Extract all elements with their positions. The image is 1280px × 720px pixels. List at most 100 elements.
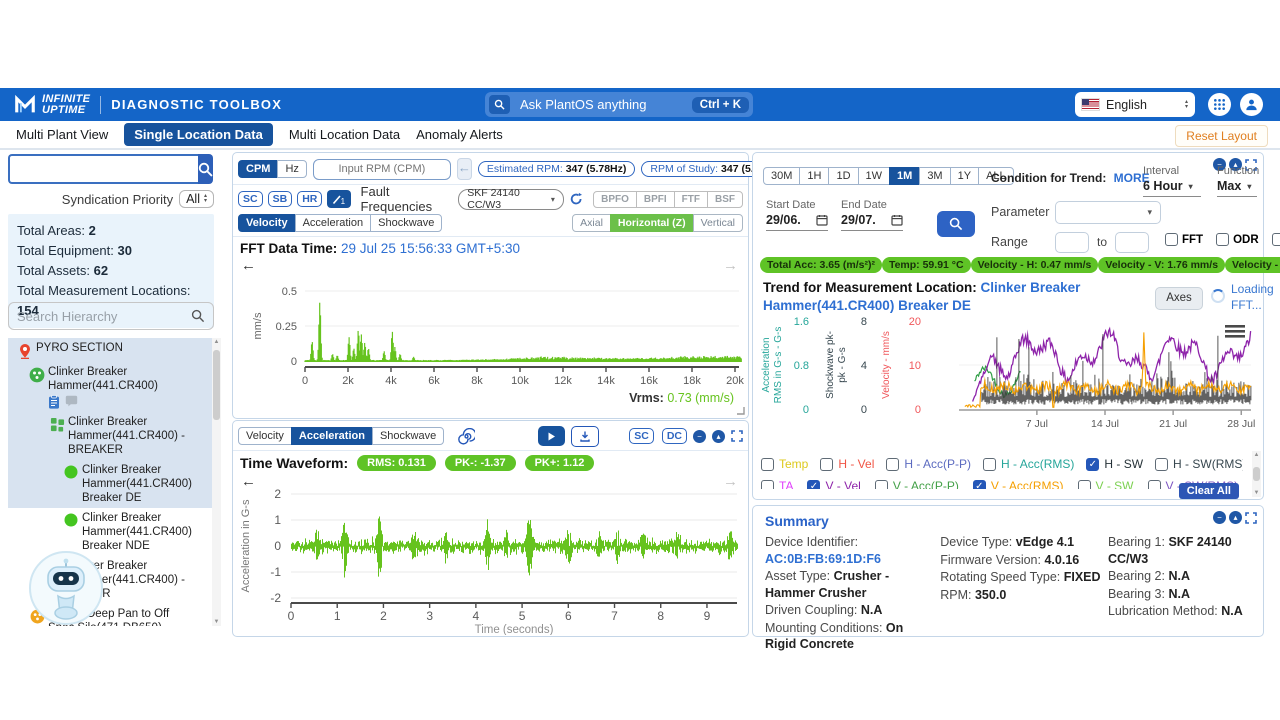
clear-all-button[interactable]: Clear All — [1179, 483, 1239, 499]
spiral-icon[interactable] — [458, 428, 475, 445]
button-1h[interactable]: 1H — [799, 167, 829, 185]
legend-h-sw-rms-checkbox[interactable]: H - SW(RMS) — [1155, 457, 1243, 471]
bearing-dropdown[interactable]: SKF 24140 CC/W3▾ — [458, 189, 564, 210]
tree-item-clinker-breaker-hammer-441-cr400-breaker[interactable]: Clinker Breaker Hammer(441.CR400) - BREA… — [8, 412, 221, 460]
tree-item-clinker-breaker-hammer-441-cr400[interactable]: Clinker Breaker Hammer(441.CR400) — [8, 362, 221, 412]
reset-layout-button[interactable]: Reset Layout — [1175, 125, 1268, 147]
sidebar-search-button[interactable] — [198, 154, 213, 184]
button-1y[interactable]: 1Y — [950, 167, 979, 185]
button-axial[interactable]: Axial — [572, 214, 611, 232]
expand-panel-button[interactable]: ▴ — [1229, 511, 1242, 524]
trend-chart[interactable] — [759, 313, 1259, 445]
scroll-down-icon[interactable]: ▼ — [214, 618, 220, 626]
range-from-input[interactable] — [1055, 232, 1089, 253]
button-shockwave[interactable]: Shockwave — [370, 214, 442, 232]
button-velocity[interactable]: Velocity — [238, 214, 296, 232]
legend-v-acc-p-p-checkbox[interactable]: V - Acc(P-P) — [875, 479, 959, 489]
interval-select[interactable]: 6 Hour▾ — [1143, 179, 1201, 197]
end-date-picker[interactable]: 29/07. — [841, 213, 903, 231]
sidebar-search-input[interactable] — [8, 154, 198, 184]
odr-checkbox[interactable]: ODR — [1216, 233, 1259, 246]
button-horizontal-z[interactable]: Horizontal (Z) — [610, 214, 694, 232]
play-button[interactable] — [538, 426, 565, 446]
brand-logo[interactable]: INFINITE UPTIME — [14, 94, 90, 116]
button-acceleration[interactable]: Acceleration — [295, 214, 372, 232]
legend-h-vel-checkbox[interactable]: H - Vel — [820, 457, 874, 471]
button-hz[interactable]: Hz — [277, 160, 306, 178]
hierarchy-search-box[interactable]: Search Hierarchy — [8, 302, 214, 330]
tab-multi-plant-view[interactable]: Multi Plant View — [16, 127, 108, 142]
scroll-up-icon[interactable]: ▲ — [214, 338, 220, 346]
tab-anomaly-alerts[interactable]: Anomaly Alerts — [416, 127, 503, 142]
global-search-bar[interactable]: Ask PlantOS anything Ctrl + K — [485, 92, 753, 117]
fullscreen-icon[interactable] — [731, 430, 743, 442]
apps-grid-button[interactable] — [1208, 93, 1231, 116]
scroll-up-icon[interactable]: ▲ — [1254, 451, 1260, 459]
button-bpfi[interactable]: BPFI — [636, 191, 675, 208]
tree-item-clinker-breaker-hammer-441-cr400-breaker-de[interactable]: Clinker Breaker Hammer(441.CR400) Breake… — [8, 460, 221, 508]
button-dc[interactable]: DC — [662, 428, 687, 444]
clipboard-icon[interactable] — [48, 395, 60, 409]
tree-scroll-thumb[interactable] — [213, 350, 220, 420]
resize-handle-icon[interactable] — [736, 406, 745, 415]
fft-spectrum-chart[interactable] — [235, 275, 745, 387]
legend-v-sw-checkbox[interactable]: V - SW — [1078, 479, 1134, 489]
button-vertical[interactable]: Vertical — [693, 214, 743, 232]
button-bsf[interactable]: BSF — [707, 191, 743, 208]
legend-v-acc-rms-checkbox[interactable]: ✓V - Acc(RMS) — [973, 479, 1064, 489]
ic-checkbox[interactable]: IC — [1272, 233, 1280, 246]
comment-icon[interactable] — [65, 395, 78, 407]
tab-multi-location-data[interactable]: Multi Location Data — [289, 127, 400, 142]
button-velocity[interactable]: Velocity — [238, 427, 292, 445]
button-1w[interactable]: 1W — [858, 167, 891, 185]
user-avatar-button[interactable] — [1240, 93, 1263, 116]
range-to-input[interactable] — [1115, 232, 1149, 253]
language-select[interactable]: English ▴▾ — [1075, 92, 1195, 117]
legend-h-sw-checkbox[interactable]: ✓H - SW — [1086, 457, 1143, 471]
trend-search-button[interactable] — [937, 211, 975, 237]
legend-ta-checkbox[interactable]: TA — [761, 479, 793, 489]
collapse-panel-button[interactable]: − — [1213, 511, 1226, 524]
legend-h-acc-p-p-checkbox[interactable]: H - Acc(P-P) — [886, 457, 971, 471]
scroll-down-icon[interactable]: ▼ — [1254, 489, 1260, 497]
button-shockwave[interactable]: Shockwave — [372, 427, 444, 445]
function-select[interactable]: Max▾ — [1217, 179, 1257, 197]
legend-scrollbar[interactable]: ▲ ▼ — [1252, 451, 1261, 497]
tree-item-clinker-breaker-hammer-441-cr400-breaker-nde[interactable]: Clinker Breaker Hammer(441.CR400) Breake… — [8, 508, 221, 556]
collapse-panel-button[interactable]: − — [693, 430, 706, 443]
button-sc[interactable]: SC — [629, 428, 654, 444]
apply-rpm-button[interactable]: ← — [457, 158, 472, 180]
harmonic-cursor-button[interactable]: 1 — [327, 190, 350, 208]
refresh-icon[interactable] — [569, 191, 583, 207]
chatbot-avatar[interactable] — [28, 550, 104, 626]
syndication-priority-select[interactable]: All ▴▾ — [179, 190, 214, 208]
button-sb[interactable]: SB — [268, 191, 293, 207]
tab-single-location-data[interactable]: Single Location Data — [124, 123, 273, 146]
button-3m[interactable]: 3M — [919, 167, 950, 185]
button-bpfo[interactable]: BPFO — [593, 191, 637, 208]
button-30m[interactable]: 30M — [763, 167, 800, 185]
fullscreen-icon[interactable] — [1245, 512, 1257, 524]
button-ftf[interactable]: FTF — [674, 191, 708, 208]
button-cpm[interactable]: CPM — [238, 160, 278, 178]
button-1m[interactable]: 1M — [889, 167, 920, 185]
fft-checkbox[interactable]: FFT — [1165, 233, 1203, 246]
start-date-picker[interactable]: 29/06. — [766, 213, 828, 231]
button-sc[interactable]: SC — [238, 191, 263, 207]
button-1d[interactable]: 1D — [828, 167, 858, 185]
button-hr[interactable]: HR — [297, 191, 322, 207]
fft-next-arrow[interactable]: → — [723, 257, 738, 274]
fft-prev-arrow[interactable]: ← — [241, 257, 256, 274]
tree-scrollbar[interactable]: ▲ ▼ — [212, 338, 221, 626]
time-waveform-chart[interactable] — [235, 487, 745, 635]
axes-button[interactable]: Axes — [1155, 287, 1203, 310]
legend-h-acc-rms-checkbox[interactable]: H - Acc(RMS) — [983, 457, 1074, 471]
download-button[interactable] — [571, 426, 599, 447]
tree-item-pyro-section[interactable]: PYRO SECTION — [8, 338, 221, 362]
button-acceleration[interactable]: Acceleration — [291, 427, 373, 445]
expand-panel-button[interactable]: ▴ — [712, 430, 725, 443]
legend-temp-checkbox[interactable]: Temp — [761, 457, 808, 471]
input-rpm-field[interactable] — [313, 159, 451, 180]
legend-v-vel-checkbox[interactable]: ✓V - Vel — [807, 479, 860, 489]
parameter-select[interactable]: ▾ — [1055, 201, 1161, 224]
